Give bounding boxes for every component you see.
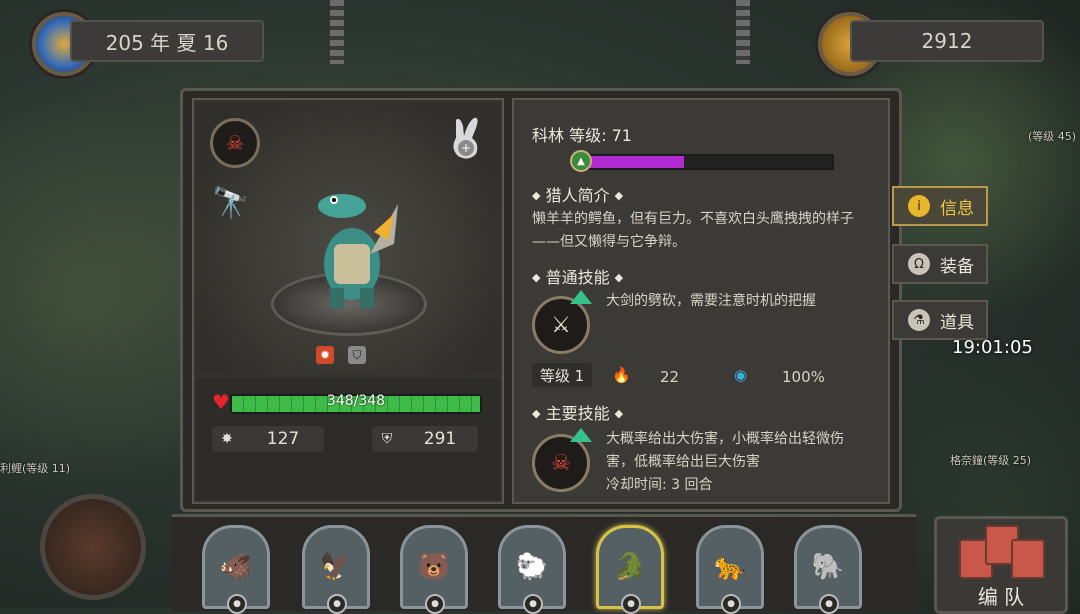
- upgrade-arrow-icon[interactable]: [570, 290, 592, 304]
- tab-equipment[interactable]: Ω 装备: [892, 244, 988, 284]
- defense-stat: ⛨ 291: [372, 426, 478, 452]
- main-skill-text: 大概率给出大伤害，小概率给出轻微伤害，低概率给出巨大伤害: [606, 431, 844, 470]
- hunter-portrait-panel: ☠ 🔭 + ✹ ⛉ ♥ 348/348 ✸ 127 ⛨ 291: [192, 98, 504, 504]
- shield-trait-icon[interactable]: ⛉: [348, 346, 366, 364]
- roster-slot-leopard[interactable]: 🐆 ●: [696, 525, 764, 614]
- intro-section-title: ◆ 猎人简介 ◆: [532, 186, 624, 205]
- world-unit-label: 格奈鐘(等级 25): [950, 454, 1032, 467]
- class-mark-icon: ●: [819, 594, 839, 614]
- crocodile-hunter-sprite: [304, 184, 400, 314]
- gold-display: 2912: [850, 20, 1044, 62]
- tab-info[interactable]: i 信息: [892, 186, 988, 226]
- hunter-name-level: 科林 等级: 71: [532, 126, 632, 145]
- fire-trait-icon[interactable]: ✹: [316, 346, 334, 364]
- exp-bar-fill: [586, 156, 685, 168]
- roster-slot-sheep[interactable]: 🐑 ●: [498, 525, 566, 614]
- hit-rate-icon: ◉: [734, 366, 748, 384]
- skill-level: 等级 1: [532, 363, 592, 387]
- trait-icons: ✹ ⛉: [316, 346, 366, 364]
- defense-value: 291: [423, 429, 457, 449]
- svg-text:+: +: [461, 141, 471, 155]
- class-mark-icon: ●: [621, 594, 641, 614]
- hunter-roster: 🐗 ● 🦅 ● 🐻 ● 🐑 ● 🐊 ● 🐆 ● 🐘 ●: [172, 514, 916, 614]
- roster-slot-crocodile[interactable]: 🐊 ●: [596, 525, 664, 614]
- rabbit-add-icon[interactable]: +: [446, 116, 486, 162]
- home-house-button[interactable]: [40, 494, 146, 600]
- defense-shield-icon: ⛨: [381, 431, 393, 447]
- team-formation-button[interactable]: 编 队: [934, 516, 1068, 614]
- main-title-text: 主要技能: [545, 404, 610, 423]
- date-display: 205 年 夏 16: [70, 20, 264, 62]
- team-button-label: 编 队: [977, 585, 1025, 609]
- fire-value: 22: [660, 368, 680, 386]
- portrait-area: ☠ 🔭 + ✹ ⛉: [196, 102, 500, 374]
- spyglass-map-icon[interactable]: 🔭: [212, 186, 262, 224]
- world-unit-label: 利鲤(等级 11): [0, 462, 71, 475]
- sword-skill-icon[interactable]: ⚔: [532, 296, 590, 354]
- info-icon: i: [908, 195, 930, 217]
- attack-value: 127: [266, 429, 300, 449]
- normal-title-text: 普通技能: [545, 268, 610, 287]
- team-cards-icon: [959, 525, 1045, 581]
- fire-icon: 🔥: [612, 366, 631, 384]
- potion-icon: ⚗: [908, 309, 930, 331]
- attack-stat: ✸ 127: [212, 426, 324, 452]
- tab-info-label: 信息: [940, 198, 974, 219]
- class-mark-icon: ●: [523, 594, 543, 614]
- game-clock: 19:01:05: [952, 337, 1033, 358]
- skull-class-icon[interactable]: ☠: [210, 118, 260, 168]
- roster-slot-eagle[interactable]: 🦅 ●: [302, 525, 370, 614]
- hit-rate-value: 100%: [782, 368, 825, 386]
- class-mark-icon: ●: [721, 594, 741, 614]
- exp-bar: [584, 154, 834, 170]
- normal-skill-text: 大剑的劈砍，需要注意时机的把握: [606, 293, 816, 309]
- intro-text: 懒羊羊的鳄鱼，但有巨力。不喜欢白头鹰拽拽的样子——但又懒得与它争辩。: [532, 211, 854, 250]
- class-mark-icon: ●: [425, 594, 445, 614]
- intro-title-text: 猎人简介: [545, 186, 610, 205]
- roster-slot-pirate-boar[interactable]: 🐗 ●: [202, 525, 270, 614]
- upgrade-arrow-icon[interactable]: [570, 428, 592, 442]
- class-mark-icon: ●: [227, 594, 247, 614]
- chain-decoration: [736, 0, 750, 64]
- class-mark-icon: ●: [327, 594, 347, 614]
- heart-icon: ♥: [212, 390, 230, 414]
- hp-text: 348/348: [326, 393, 386, 409]
- stats-area: ♥ 348/348 ✸ 127 ⛨ 291: [196, 378, 500, 500]
- world-unit-label: (等级 45): [1028, 130, 1077, 143]
- tab-equipment-label: 装备: [940, 256, 974, 277]
- tab-items[interactable]: ⚗ 道具: [892, 300, 988, 340]
- attack-burst-icon: ✸: [221, 431, 233, 447]
- skull-skill-icon[interactable]: ☠: [532, 434, 590, 492]
- hunter-info-panel: 科林 等级: 71 ▲ ◆ 猎人简介 ◆ 懒羊羊的鳄鱼，但有巨力。不喜欢白头鹰拽…: [512, 98, 890, 504]
- tab-items-label: 道具: [940, 312, 974, 333]
- level-up-badge-icon: ▲: [570, 150, 592, 172]
- cooldown-text: 冷却时间: 3 回合: [606, 477, 713, 493]
- main-skill-title: ◆ 主要技能 ◆: [532, 404, 624, 423]
- roster-slot-elephant[interactable]: 🐘 ●: [794, 525, 862, 614]
- chain-decoration: [330, 0, 344, 64]
- roster-slot-polar-bear[interactable]: 🐻 ●: [400, 525, 468, 614]
- helmet-icon: Ω: [908, 253, 930, 275]
- normal-skill-title: ◆ 普通技能 ◆: [532, 268, 624, 287]
